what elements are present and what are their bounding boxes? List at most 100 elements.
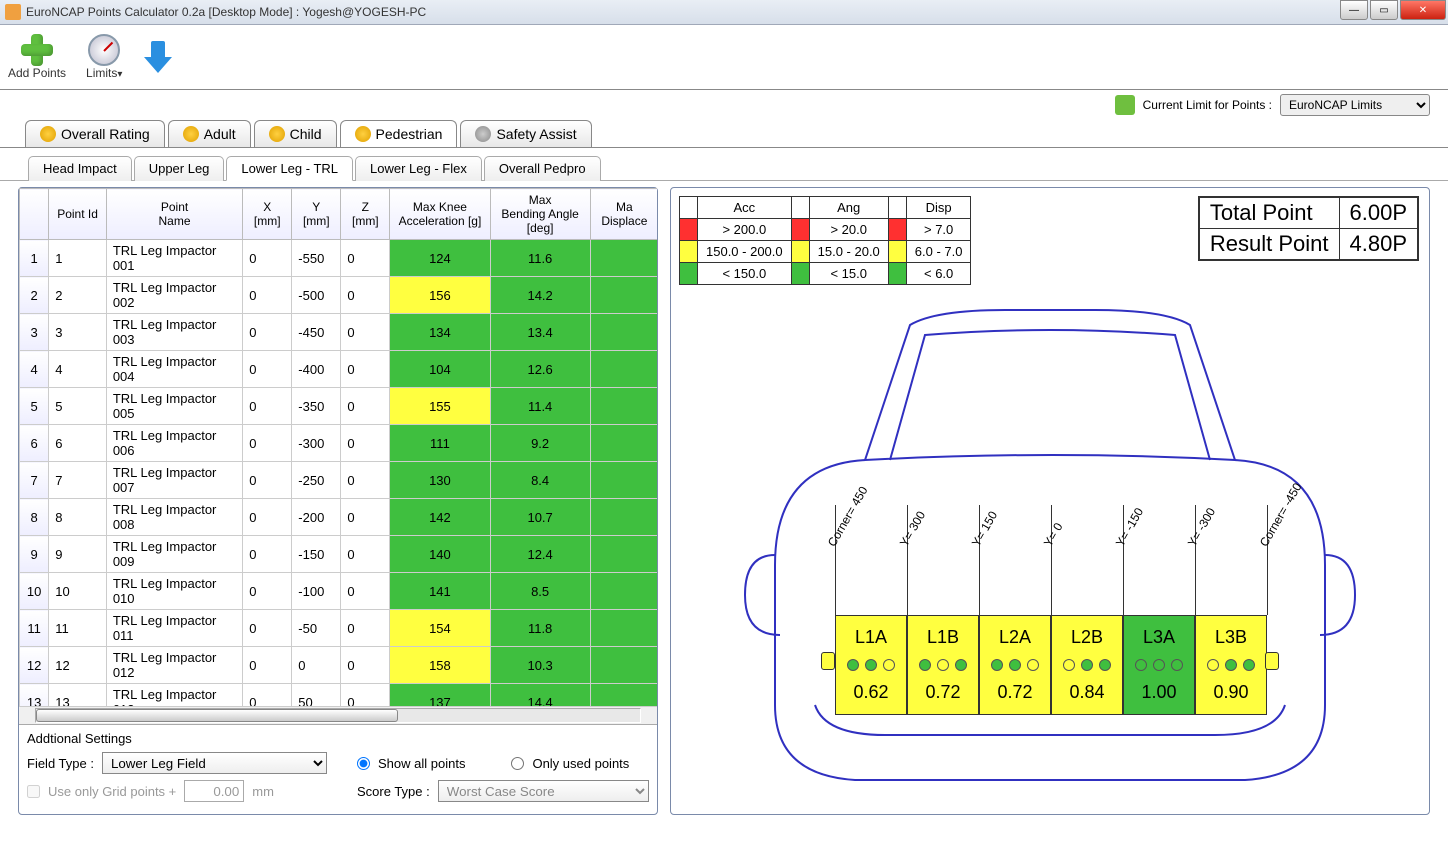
disp-cell[interactable] <box>590 425 657 462</box>
show-all-radio[interactable] <box>357 757 370 770</box>
x-cell[interactable]: 0 <box>243 499 292 536</box>
zone-l1a[interactable]: L1A0.62 <box>835 615 907 715</box>
disp-cell[interactable] <box>590 536 657 573</box>
limits-button[interactable]: Limits▾ <box>86 34 122 80</box>
acc-cell[interactable]: 137 <box>390 684 490 707</box>
x-cell[interactable]: 0 <box>243 573 292 610</box>
table-row[interactable]: 33TRL Leg Impactor 0030-450013413.4 <box>20 314 658 351</box>
x-cell[interactable]: 0 <box>243 536 292 573</box>
x-cell[interactable]: 0 <box>243 351 292 388</box>
point-id-cell[interactable]: 3 <box>49 314 107 351</box>
y-cell[interactable]: -50 <box>292 610 341 647</box>
field-type-select[interactable]: Lower Leg Field <box>102 752 327 774</box>
grid-header[interactable]: MaxBending Angle[deg] <box>490 189 590 240</box>
x-cell[interactable]: 0 <box>243 425 292 462</box>
z-cell[interactable]: 0 <box>341 240 390 277</box>
zone-l3a[interactable]: L3A1.00 <box>1123 615 1195 715</box>
x-cell[interactable]: 0 <box>243 647 292 684</box>
zone-l1b[interactable]: L1B0.72 <box>907 615 979 715</box>
grid-container[interactable]: Point IdPointNameX [mm]Y [mm]Z [mm]Max K… <box>19 188 657 706</box>
ang-cell[interactable]: 8.5 <box>490 573 590 610</box>
point-name-cell[interactable]: TRL Leg Impactor 008 <box>106 499 242 536</box>
table-row[interactable]: 44TRL Leg Impactor 0040-400010412.6 <box>20 351 658 388</box>
tab-adult[interactable]: Adult <box>168 120 251 147</box>
acc-cell[interactable]: 124 <box>390 240 490 277</box>
z-cell[interactable]: 0 <box>341 499 390 536</box>
disp-cell[interactable] <box>590 314 657 351</box>
z-cell[interactable]: 0 <box>341 610 390 647</box>
horizontal-scrollbar[interactable] <box>19 706 657 724</box>
point-name-cell[interactable]: TRL Leg Impactor 010 <box>106 573 242 610</box>
y-cell[interactable]: -450 <box>292 314 341 351</box>
point-name-cell[interactable]: TRL Leg Impactor 007 <box>106 462 242 499</box>
z-cell[interactable]: 0 <box>341 388 390 425</box>
ang-cell[interactable]: 8.4 <box>490 462 590 499</box>
ang-cell[interactable]: 11.8 <box>490 610 590 647</box>
table-row[interactable]: 77TRL Leg Impactor 0070-25001308.4 <box>20 462 658 499</box>
acc-cell[interactable]: 140 <box>390 536 490 573</box>
point-name-cell[interactable]: TRL Leg Impactor 011 <box>106 610 242 647</box>
ang-cell[interactable]: 13.4 <box>490 314 590 351</box>
zone-l2a[interactable]: L2A0.72 <box>979 615 1051 715</box>
grid-header[interactable]: Max KneeAcceleration [g] <box>390 189 490 240</box>
subtab-lower-leg-flex[interactable]: Lower Leg - Flex <box>355 156 482 181</box>
point-id-cell[interactable]: 11 <box>49 610 107 647</box>
acc-cell[interactable]: 141 <box>390 573 490 610</box>
point-name-cell[interactable]: TRL Leg Impactor 013 <box>106 684 242 707</box>
tab-child[interactable]: Child <box>254 120 337 147</box>
point-name-cell[interactable]: TRL Leg Impactor 009 <box>106 536 242 573</box>
scroll-thumb[interactable] <box>36 709 398 722</box>
x-cell[interactable]: 0 <box>243 240 292 277</box>
point-id-cell[interactable]: 6 <box>49 425 107 462</box>
ang-cell[interactable]: 9.2 <box>490 425 590 462</box>
table-row[interactable]: 55TRL Leg Impactor 0050-350015511.4 <box>20 388 658 425</box>
minimize-button[interactable]: — <box>1340 0 1368 20</box>
subtab-lower-leg-trl[interactable]: Lower Leg - TRL <box>226 156 353 181</box>
disp-cell[interactable] <box>590 462 657 499</box>
point-name-cell[interactable]: TRL Leg Impactor 012 <box>106 647 242 684</box>
ang-cell[interactable]: 10.7 <box>490 499 590 536</box>
point-id-cell[interactable]: 8 <box>49 499 107 536</box>
x-cell[interactable]: 0 <box>243 314 292 351</box>
y-cell[interactable]: 0 <box>292 647 341 684</box>
point-name-cell[interactable]: TRL Leg Impactor 003 <box>106 314 242 351</box>
disp-cell[interactable] <box>590 277 657 314</box>
y-cell[interactable]: -350 <box>292 388 341 425</box>
ang-cell[interactable]: 12.6 <box>490 351 590 388</box>
z-cell[interactable]: 0 <box>341 462 390 499</box>
point-id-cell[interactable]: 2 <box>49 277 107 314</box>
limits-select[interactable]: EuroNCAP Limits <box>1280 94 1430 116</box>
point-id-cell[interactable]: 10 <box>49 573 107 610</box>
maximize-button[interactable]: ▭ <box>1370 0 1398 20</box>
table-row[interactable]: 66TRL Leg Impactor 0060-30001119.2 <box>20 425 658 462</box>
acc-cell[interactable]: 142 <box>390 499 490 536</box>
disp-cell[interactable] <box>590 499 657 536</box>
disp-cell[interactable] <box>590 647 657 684</box>
acc-cell[interactable]: 156 <box>390 277 490 314</box>
table-row[interactable]: 11TRL Leg Impactor 0010-550012411.6 <box>20 240 658 277</box>
z-cell[interactable]: 0 <box>341 536 390 573</box>
only-used-radio[interactable] <box>511 757 524 770</box>
z-cell[interactable]: 0 <box>341 573 390 610</box>
point-name-cell[interactable]: TRL Leg Impactor 005 <box>106 388 242 425</box>
z-cell[interactable]: 0 <box>341 314 390 351</box>
acc-cell[interactable]: 134 <box>390 314 490 351</box>
subtab-head-impact[interactable]: Head Impact <box>28 156 132 181</box>
acc-cell[interactable]: 104 <box>390 351 490 388</box>
add-points-button[interactable]: Add Points <box>8 34 66 80</box>
subtab-overall-pedpro[interactable]: Overall Pedpro <box>484 156 601 181</box>
point-name-cell[interactable]: TRL Leg Impactor 006 <box>106 425 242 462</box>
z-cell[interactable]: 0 <box>341 647 390 684</box>
grid-header[interactable]: Point Id <box>49 189 107 240</box>
table-row[interactable]: 1212TRL Leg Impactor 01200015810.3 <box>20 647 658 684</box>
tab-pedestrian[interactable]: Pedestrian <box>340 120 458 147</box>
grid-header[interactable]: PointName <box>106 189 242 240</box>
data-grid[interactable]: Point IdPointNameX [mm]Y [mm]Z [mm]Max K… <box>19 188 657 706</box>
y-cell[interactable]: -550 <box>292 240 341 277</box>
z-cell[interactable]: 0 <box>341 425 390 462</box>
point-name-cell[interactable]: TRL Leg Impactor 004 <box>106 351 242 388</box>
ang-cell[interactable]: 10.3 <box>490 647 590 684</box>
point-name-cell[interactable]: TRL Leg Impactor 002 <box>106 277 242 314</box>
z-cell[interactable]: 0 <box>341 351 390 388</box>
ang-cell[interactable]: 14.4 <box>490 684 590 707</box>
